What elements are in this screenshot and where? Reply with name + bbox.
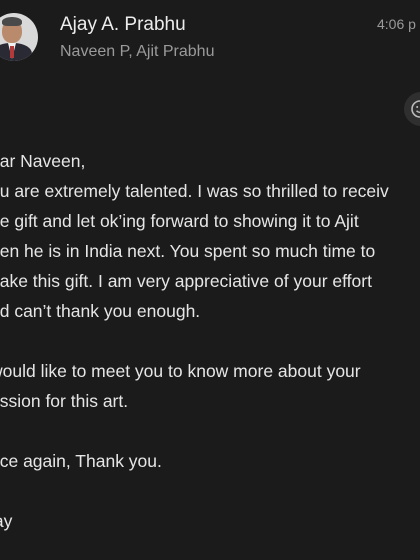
body-line: he gift and let ok’ing forward to showin…	[0, 211, 359, 231]
message-time: 4:06 p	[377, 16, 416, 32]
body-line: nd can’t thank you enough.	[0, 301, 201, 321]
body-line: nake this gift. I am very appreciative o…	[0, 271, 372, 291]
closing-line: nce again, Thank you.	[0, 451, 162, 471]
sender-name[interactable]: Ajay A. Prabhu	[60, 14, 186, 36]
add-reaction-button[interactable]	[404, 92, 420, 126]
body-line: hen he is in India next. You spent so mu…	[0, 241, 376, 261]
body-line: would like to meet you to know more abou…	[0, 361, 361, 381]
recipients-line[interactable]: Naveen P, Ajit Prabhu	[60, 43, 214, 61]
email-view: Ajay A. Prabhu Naveen P, Ajit Prabhu 4:0…	[0, 0, 420, 560]
body-line: assion for this art.	[0, 391, 129, 411]
greeting-line: ear Naveen,	[0, 151, 86, 171]
add-emoji-icon	[411, 100, 420, 118]
message-body: ear Naveen, ou are extremely talented. I…	[0, 146, 420, 536]
signature-line: jay	[0, 511, 13, 531]
sender-avatar[interactable]	[0, 13, 40, 63]
body-line: ou are extremely talented. I was so thri…	[0, 181, 389, 201]
avatar-photo	[0, 13, 38, 61]
